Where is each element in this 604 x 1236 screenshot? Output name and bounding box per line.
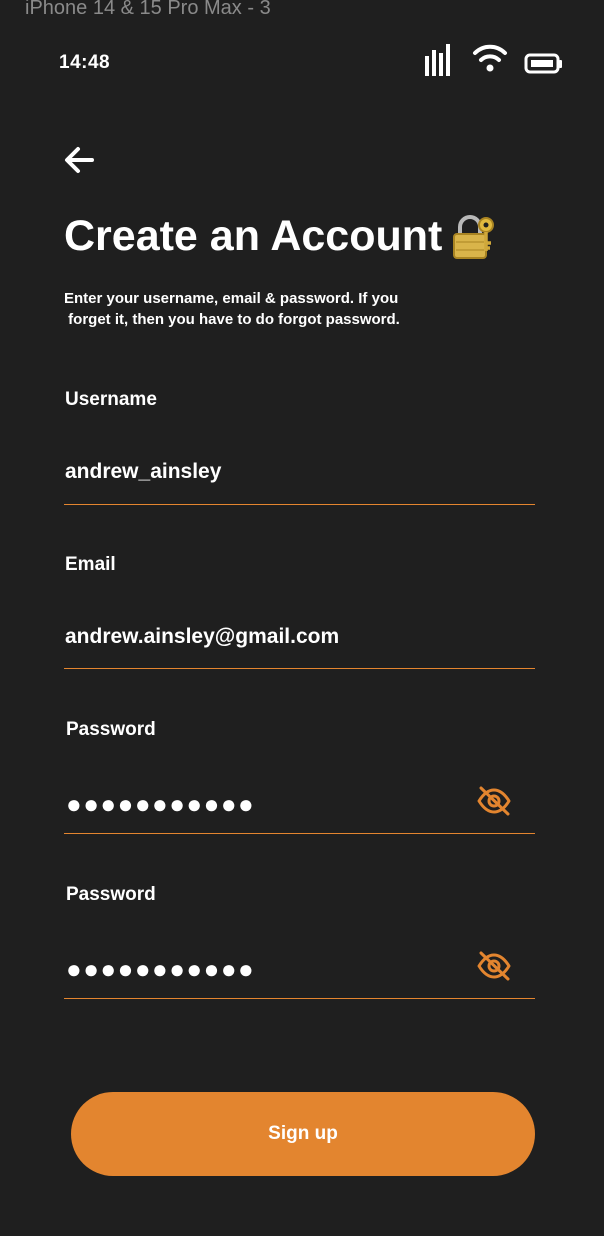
status-time: 14:48 [59, 52, 111, 73]
password-underline [64, 833, 535, 834]
subtitle-line-1: Enter your username, email & password. I… [64, 290, 399, 307]
eye-slash-icon [477, 951, 511, 981]
battery-icon [524, 53, 562, 74]
username-input[interactable]: andrew_ainsley [65, 460, 221, 484]
username-underline [64, 504, 535, 505]
wifi-icon [473, 44, 507, 72]
confirm-password-underline [64, 998, 535, 999]
signal-icon [425, 44, 450, 76]
password-input[interactable]: ●●●●●●●●●●● [66, 791, 255, 817]
page-title-text: Create an Account [64, 212, 443, 260]
subtitle: Enter your username, email & password. I… [64, 288, 444, 330]
email-label: Email [65, 554, 116, 575]
back-arrow-icon [65, 147, 94, 173]
confirm-password-visibility-toggle[interactable] [476, 951, 512, 981]
password-label: Password [66, 719, 156, 740]
email-underline [64, 668, 535, 669]
signup-button[interactable]: Sign up [71, 1092, 535, 1176]
eye-slash-icon [477, 786, 511, 816]
page-title: Create an Account [64, 212, 498, 261]
username-label: Username [65, 389, 157, 410]
email-input[interactable]: andrew.ainsley@gmail.com [65, 625, 339, 649]
frame-label: iPhone 14 & 15 Pro Max - 3 [25, 0, 271, 19]
subtitle-line-2: forget it, then you have to do forgot pa… [64, 311, 400, 328]
lock-with-key-icon [450, 213, 498, 261]
password-visibility-toggle[interactable] [476, 786, 512, 816]
back-button[interactable] [62, 142, 98, 178]
confirm-password-input[interactable]: ●●●●●●●●●●● [66, 956, 255, 982]
confirm-password-label: Password [66, 884, 156, 905]
